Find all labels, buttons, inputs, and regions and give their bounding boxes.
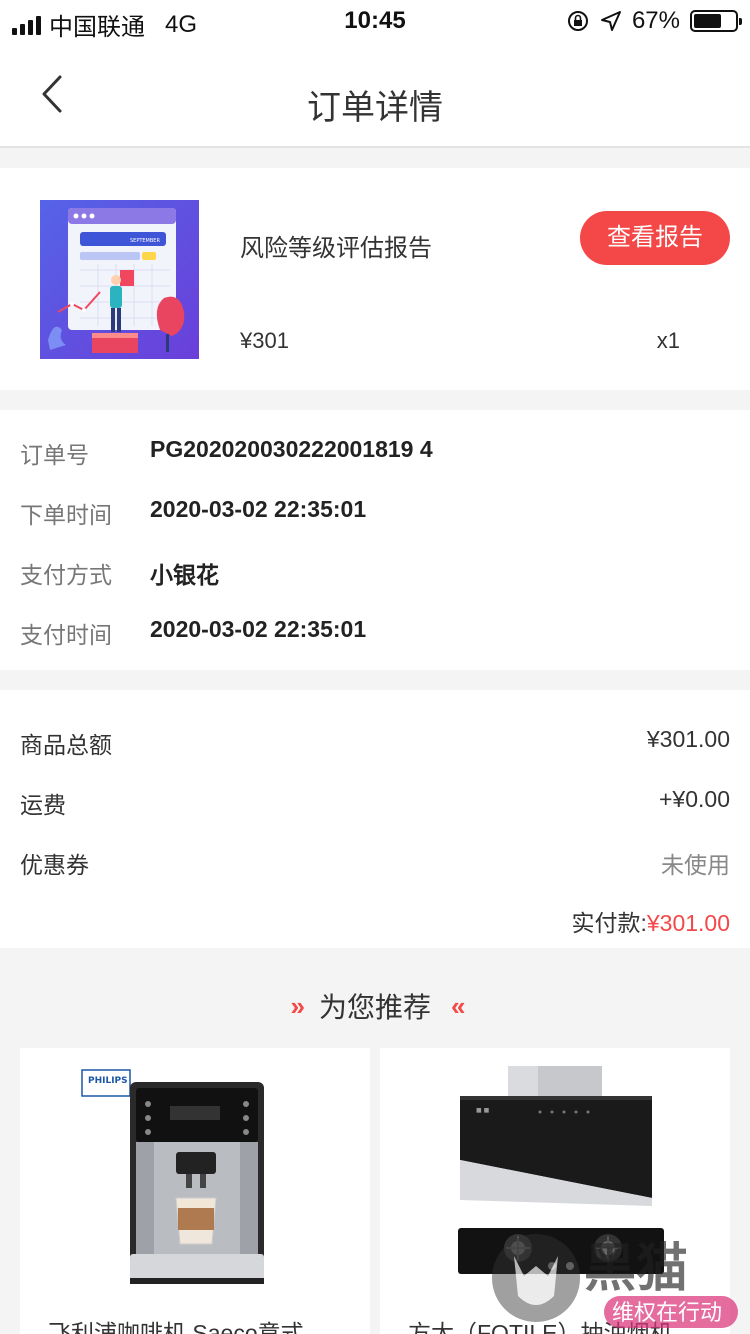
total-label: 实付款:: [571, 910, 647, 936]
recommend-header: » 为您推荐 «: [0, 986, 750, 1026]
recommend-title: 为您推荐: [318, 992, 431, 1023]
payment-time-value: 2020-03-02 22:35:01: [150, 616, 367, 642]
product-quantity: x1: [656, 328, 680, 353]
brand-logo: PHILIPS: [88, 1076, 128, 1086]
total-paid: 实付款:¥301.00: [571, 904, 730, 938]
battery-percent: 67%: [631, 7, 680, 34]
location-icon: [600, 11, 621, 31]
order-info-section: 订单号 PG202020030222001819 4 下单时间 2020-03-…: [0, 410, 750, 670]
amount-section: 商品总额 ¥301.00 运费 +¥0.00 优惠券 未使用 实付款:¥301.…: [0, 690, 750, 948]
svg-text:■ ■: ■ ■: [476, 1107, 490, 1114]
payment-method-label: 支付方式: [20, 562, 112, 588]
coupon-row[interactable]: 优惠券 未使用: [0, 846, 750, 886]
total-value: ¥301.00: [646, 910, 730, 936]
nav-bar: 订单详情: [0, 42, 750, 148]
payment-method-row: 支付方式 小银花: [0, 556, 750, 596]
subtotal-value: ¥301.00: [646, 726, 730, 752]
watermark-subtitle: 维权在行动: [612, 1301, 722, 1326]
status-right: 67%: [566, 7, 742, 35]
order-number-label: 订单号: [20, 442, 89, 468]
shipping-value: +¥0.00: [659, 786, 730, 812]
view-report-button[interactable]: 查看报告: [580, 211, 730, 265]
shipping-row: 运费 +¥0.00: [0, 786, 750, 826]
battery-level: [694, 14, 721, 28]
coupon-value: 未使用: [661, 852, 730, 878]
battery-icon: [690, 10, 742, 32]
status-bar: 中国联通 4G 10:45 67%: [0, 0, 750, 42]
order-time-value: 2020-03-02 22:35:01: [150, 496, 367, 522]
order-time-label: 下单时间: [20, 502, 112, 528]
watermark-title: 黑猫: [584, 1239, 688, 1299]
coffee-machine-image: PHILIPS: [81, 1069, 264, 1284]
double-chevron-right-icon: »: [290, 990, 306, 1021]
subtotal-label: 商品总额: [20, 732, 112, 758]
double-chevron-left-icon: «: [451, 990, 466, 1021]
product-name: 风险等级评估报告: [240, 235, 432, 262]
payment-time-label: 支付时间: [20, 622, 112, 648]
subtotal-row: 商品总额 ¥301.00: [0, 726, 750, 766]
order-number-row: 订单号 PG202020030222001819 4: [0, 436, 750, 476]
report-thumbnail[interactable]: SEPTEMBER: [40, 200, 199, 359]
product-card: SEPTEMBER 风险等级评估报告 查看报告 ¥301 x1: [0, 168, 750, 390]
product-price: ¥301: [240, 328, 289, 353]
order-detail-page: 中国联通 4G 10:45 67% 订单详情 SEPTEMBER 风险等级评估报…: [0, 0, 750, 1334]
order-number-value: PG202020030222001819 4: [150, 436, 433, 462]
black-cat-watermark-logo: 黑猫 维权在行动: [492, 1234, 738, 1328]
thumb-caption: SEPTEMBER: [130, 238, 160, 244]
rotation-lock-icon: [567, 11, 588, 31]
order-time-row: 下单时间 2020-03-02 22:35:01: [0, 496, 750, 536]
recommend-card-coffee[interactable]: PHILIPS 飞利浦咖啡机 Saeco意式: [20, 1048, 370, 1334]
shipping-label: 运费: [20, 792, 66, 818]
page-title: 订单详情: [307, 89, 443, 127]
payment-time-row: 支付时间 2020-03-02 22:35:01: [0, 616, 750, 656]
coupon-label: 优惠券: [20, 852, 89, 878]
recommend-name-coffee: 飞利浦咖啡机 Saeco意式: [48, 1320, 304, 1334]
payment-method-value: 小银花: [150, 562, 219, 588]
